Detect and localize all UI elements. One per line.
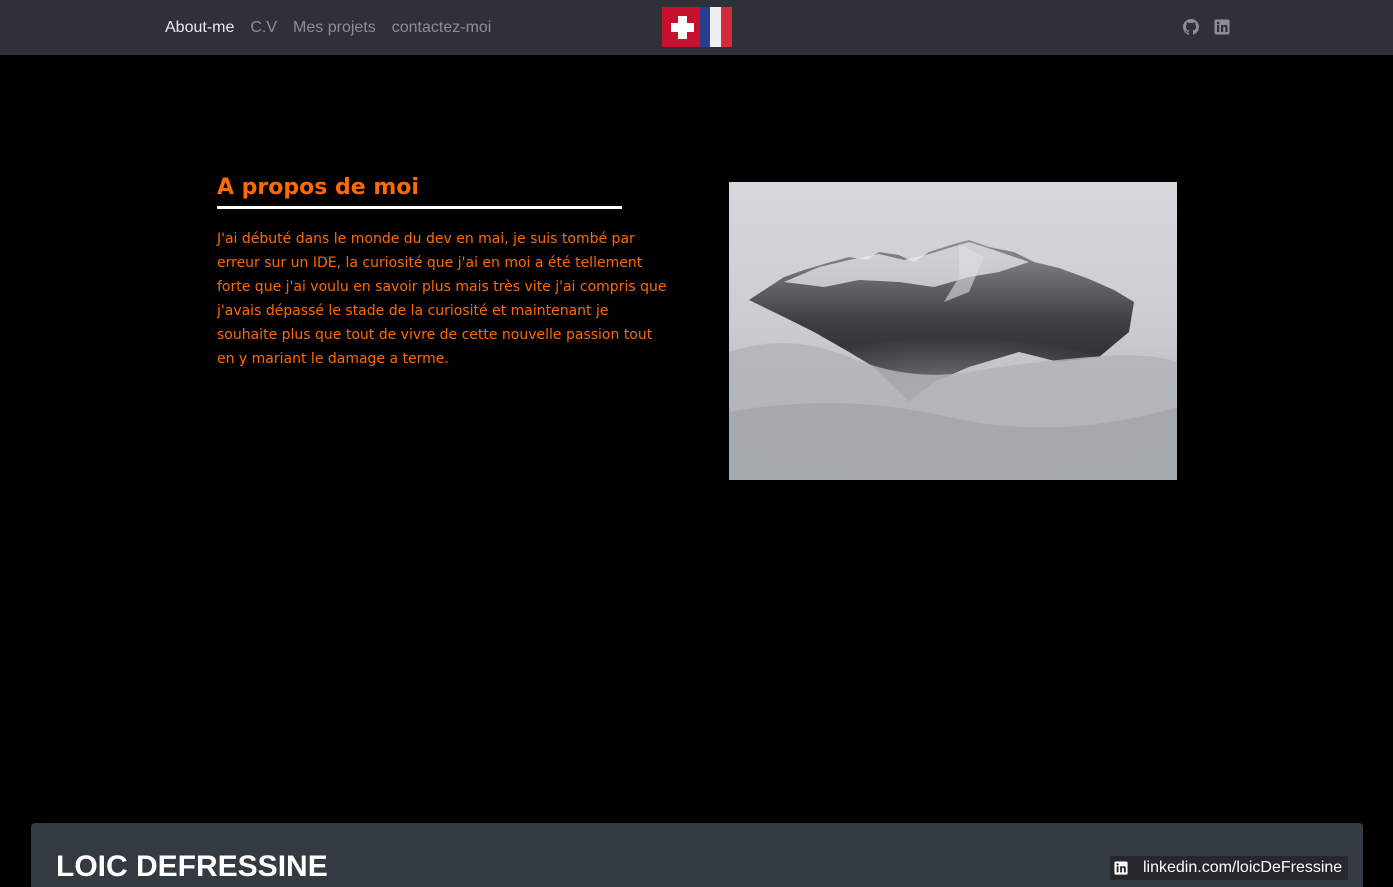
nav-link-contact[interactable]: contactez-moi [392,19,492,37]
footer: LOIC DEFRESSINE linkedin.com/loicDeFress… [31,823,1363,887]
mountain-in-clouds-photo [729,182,1177,480]
linkedin-icon [1114,861,1128,875]
about-title: A propos de moi [217,175,419,200]
about-paragraph: J'ai débuté dans le monde du dev en mai,… [217,231,667,367]
nav-links: About-me C.V Mes projets contactez-moi [165,0,507,55]
title-underline [217,206,622,209]
footer-linkedin-link[interactable]: linkedin.com/loicDeFressine [1110,856,1349,880]
top-navbar: About-me C.V Mes projets contactez-moi [0,0,1393,55]
nav-link-about-me[interactable]: About-me [165,19,234,37]
footer-linkedin-text: linkedin.com/loicDeFressine [1143,859,1343,876]
linkedin-icon[interactable] [1213,18,1231,36]
nav-link-projects[interactable]: Mes projets [293,19,376,37]
github-icon[interactable] [1182,18,1200,36]
swiss-french-flag-icon[interactable] [662,7,732,47]
footer-name: LOIC DEFRESSINE [56,850,328,883]
nav-link-cv[interactable]: C.V [250,19,277,37]
